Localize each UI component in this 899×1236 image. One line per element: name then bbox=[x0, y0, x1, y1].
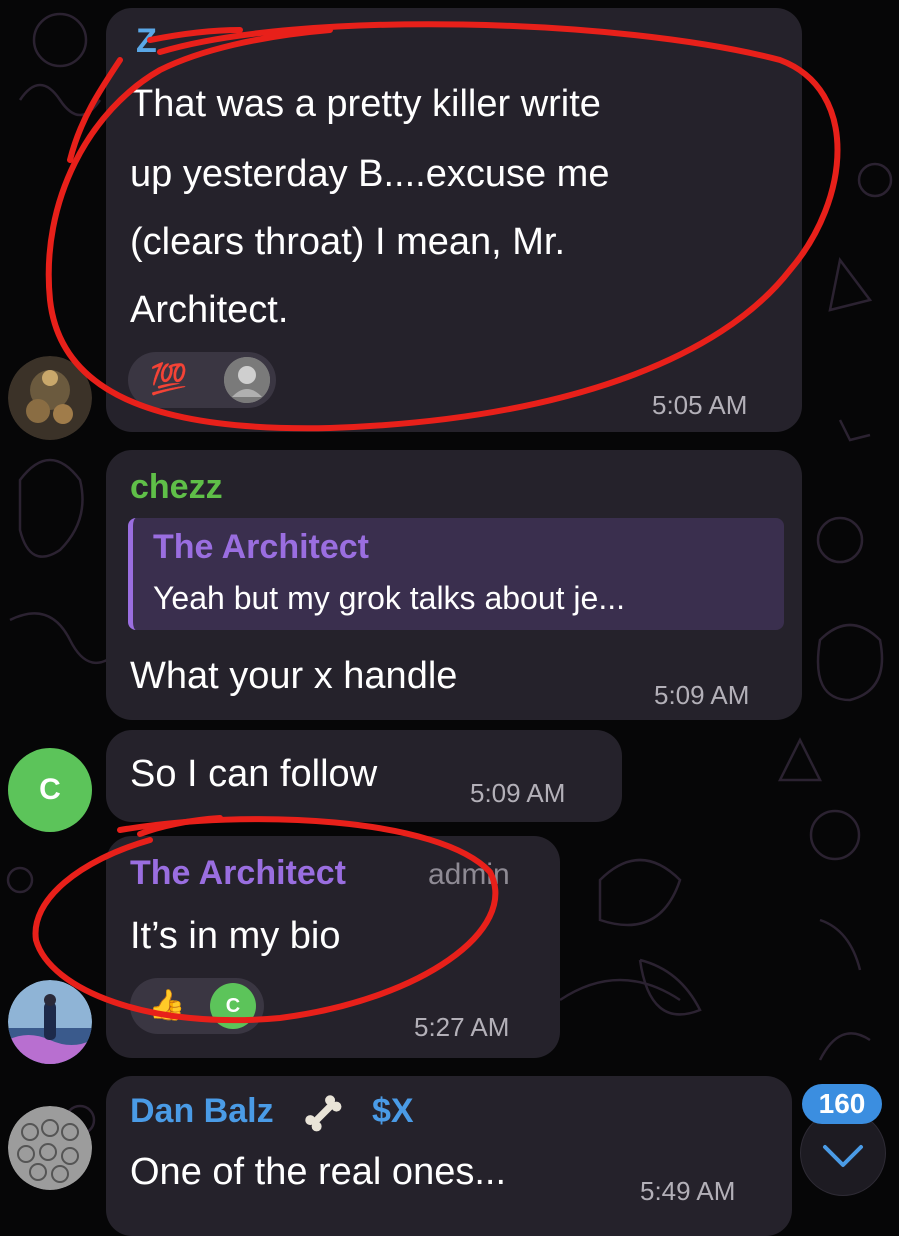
avatar-c[interactable]: C bbox=[8, 748, 92, 832]
message-time-z: 5:05 AM bbox=[652, 390, 748, 420]
sender-name-architect[interactable]: The Architect bbox=[130, 854, 346, 893]
message-text-chezz: What your x handle bbox=[130, 655, 458, 697]
sender-name-dan-balz[interactable]: Dan Balz bbox=[130, 1092, 274, 1131]
reactor-avatar bbox=[224, 357, 270, 403]
message-text-z-line3: (clears throat) I mean, Mr. bbox=[130, 221, 566, 263]
reactor-avatar-letter: C bbox=[225, 995, 241, 1017]
unread-count-badge: 160 bbox=[802, 1084, 882, 1124]
bone-icon bbox=[300, 1090, 346, 1136]
sender-name-z[interactable]: Z bbox=[136, 22, 157, 61]
message-text-z-line1: That was a pretty killer write bbox=[130, 83, 601, 125]
reactor-avatar-c: C bbox=[210, 983, 256, 1029]
reaction-chip-100[interactable]: 💯 bbox=[128, 352, 276, 408]
avatar-letter: C bbox=[39, 773, 61, 806]
avatar-dan-balz[interactable] bbox=[8, 1106, 92, 1190]
message-bubble-architect[interactable]: The Architect admin It’s in my bio 👍 C 5… bbox=[106, 836, 560, 1058]
sender-name-chezz[interactable]: chezz bbox=[130, 468, 223, 507]
message-time-follow: 5:09 AM bbox=[470, 778, 566, 808]
message-text-follow: So I can follow bbox=[130, 753, 378, 795]
message-time-architect: 5:27 AM bbox=[414, 1012, 510, 1042]
message-text-z-line2: up yesterday B....excuse me bbox=[130, 153, 610, 195]
message-text-dan-balz: One of the real ones... bbox=[130, 1151, 507, 1193]
admin-badge: admin bbox=[428, 858, 510, 891]
message-text-z-line4: Architect. bbox=[130, 289, 289, 331]
avatar-the-architect[interactable] bbox=[8, 980, 92, 1064]
reply-snippet: Yeah but my grok talks about je... bbox=[153, 580, 625, 616]
message-time-dan-balz: 5:49 AM bbox=[640, 1176, 736, 1206]
hundred-points-icon: 💯 bbox=[150, 363, 188, 396]
message-bubble-z[interactable]: Z That was a pretty killer write up yest… bbox=[106, 8, 802, 432]
sender-suffix-ticker: $X bbox=[372, 1092, 414, 1130]
message-bubble-dan-balz[interactable]: Dan Balz $X One of the real ones... 5:49… bbox=[106, 1076, 792, 1236]
reply-author: The Architect bbox=[153, 528, 370, 566]
message-bubble-chezz[interactable]: chezz The Architect Yeah but my grok tal… bbox=[106, 450, 802, 720]
message-text-architect: It’s in my bio bbox=[130, 915, 341, 957]
reaction-chip-thumbs-up[interactable]: 👍 C bbox=[130, 978, 264, 1034]
thumbs-up-icon: 👍 bbox=[148, 989, 186, 1022]
reply-quote[interactable]: The Architect Yeah but my grok talks abo… bbox=[128, 518, 784, 630]
message-time-chezz: 5:09 AM bbox=[654, 680, 750, 710]
avatar-z[interactable] bbox=[8, 356, 92, 440]
message-bubble-follow[interactable]: So I can follow 5:09 AM bbox=[106, 730, 622, 822]
